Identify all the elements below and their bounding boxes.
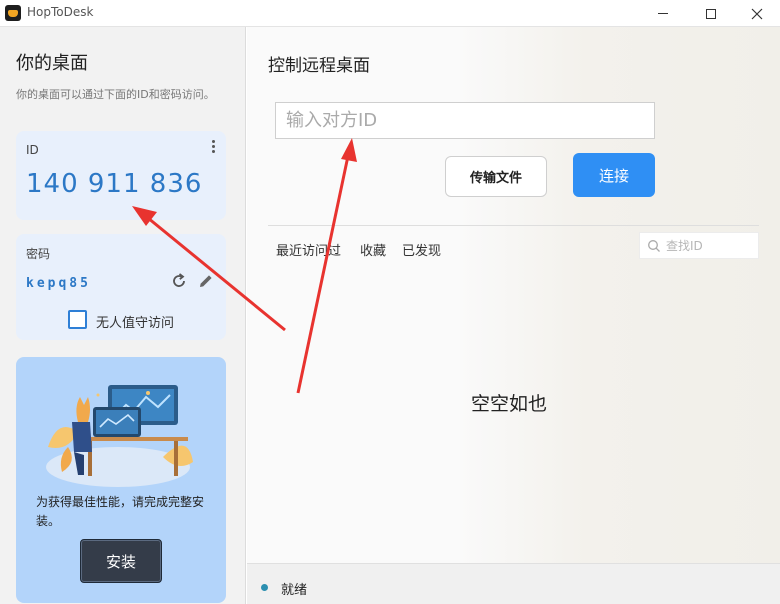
maximize-icon: [706, 8, 716, 19]
kebab-menu-icon[interactable]: [210, 140, 216, 156]
status-indicator: [261, 584, 268, 591]
transfer-file-button[interactable]: 传输文件: [445, 156, 547, 197]
install-card: 为获得最佳性能，请完成完整安装。 安装: [16, 357, 226, 603]
close-button[interactable]: [734, 0, 780, 27]
id-card: ID 140 911 836: [16, 131, 226, 220]
tab-recent[interactable]: 最近访问过: [276, 240, 341, 259]
tab-favorites[interactable]: 收藏: [360, 240, 386, 259]
maximize-button[interactable]: [688, 0, 734, 27]
unattended-access-checkbox[interactable]: [68, 310, 87, 329]
connect-button[interactable]: 连接: [573, 153, 655, 197]
install-message: 为获得最佳性能，请完成完整安装。: [36, 495, 205, 528]
install-button[interactable]: 安装: [80, 539, 162, 583]
left-panel: 你的桌面 你的桌面可以通过下面的ID和密码访问。 ID 140 911 836 …: [0, 27, 246, 604]
refresh-icon[interactable]: [170, 272, 188, 290]
title-bar: HopToDesk: [0, 0, 780, 27]
password-card: 密码 kepq85 无人值守访问: [16, 234, 226, 340]
minimize-icon: [658, 13, 668, 14]
search-icon: [648, 240, 660, 252]
empty-state-message: 空空如也: [471, 393, 548, 415]
control-remote-title: 控制远程桌面: [268, 56, 370, 76]
window-title: HopToDesk: [27, 5, 94, 19]
right-panel: 控制远程桌面 传输文件 连接 最近访问过 收藏 已发现 空空如也: [247, 27, 780, 563]
minimize-button[interactable]: [640, 0, 686, 27]
your-desktop-title: 你的桌面: [16, 53, 88, 74]
close-icon: [751, 8, 763, 19]
tab-discovered[interactable]: 已发现: [402, 240, 441, 259]
divider: [268, 225, 759, 226]
status-bar: 就绪: [247, 563, 780, 604]
status-text: 就绪: [281, 583, 308, 598]
search-box[interactable]: [639, 232, 759, 259]
your-desktop-description: 你的桌面可以通过下面的ID和密码访问。: [16, 88, 215, 101]
id-label: ID: [26, 143, 39, 157]
unattended-access-label[interactable]: 无人值守访问: [96, 312, 174, 331]
pencil-icon[interactable]: [197, 272, 215, 290]
remote-id-input[interactable]: [275, 102, 655, 139]
install-illustration: [46, 385, 193, 487]
search-id-input[interactable]: [666, 237, 756, 255]
password-label: 密码: [26, 247, 51, 261]
password-value: kepq85: [26, 276, 91, 291]
id-value: 140 911 836: [26, 169, 203, 199]
app-logo-icon: [5, 5, 21, 21]
